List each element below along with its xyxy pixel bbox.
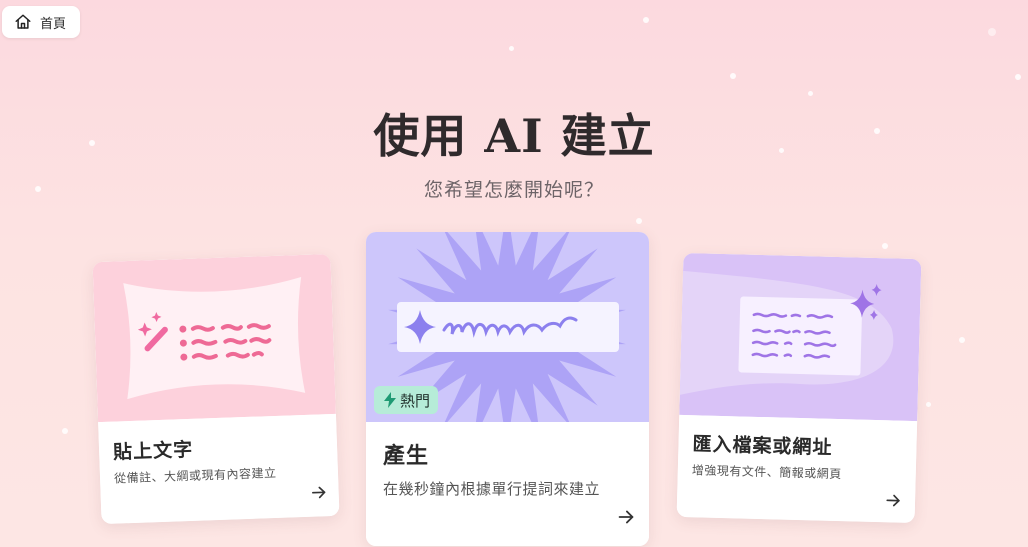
home-icon bbox=[14, 13, 32, 31]
background-sparkle bbox=[643, 17, 649, 23]
arrow-right-icon bbox=[312, 486, 326, 499]
background-sparkle bbox=[509, 46, 514, 51]
background-sparkle bbox=[730, 73, 736, 79]
background-sparkle bbox=[62, 428, 68, 434]
background-sparkle bbox=[636, 218, 642, 224]
generate-card[interactable]: 熱門 產生 在幾秒鐘內根據單行提詞來建立 bbox=[366, 232, 649, 546]
lightning-icon bbox=[384, 392, 396, 408]
arrow-right-icon bbox=[886, 494, 900, 507]
background-sparkle bbox=[1015, 74, 1021, 80]
card-title: 匯入檔案或網址 bbox=[692, 433, 833, 459]
home-label: 首頁 bbox=[40, 16, 67, 32]
import-card-body: 匯入檔案或網址 增強現有文件、簡報或網頁 bbox=[676, 414, 918, 524]
arrow-right-icon bbox=[618, 510, 634, 524]
background-sparkle bbox=[959, 337, 965, 343]
background-sparkle bbox=[988, 28, 996, 36]
page-title: 使用 AI 建立 bbox=[373, 109, 655, 163]
card-title: 貼上文字 bbox=[112, 438, 194, 464]
card-description: 在幾秒鐘內根據單行提詞來建立 bbox=[383, 480, 601, 498]
paste-text-card[interactable]: 貼上文字 從備註、大綱或現有內容建立 bbox=[92, 253, 340, 525]
paste-text-illustration bbox=[92, 253, 336, 423]
badge-label: 熱門 bbox=[400, 391, 431, 410]
card-title: 產生 bbox=[383, 444, 430, 469]
background-sparkle bbox=[926, 402, 931, 407]
page-subtitle: 您希望怎麼開始呢？ bbox=[423, 179, 604, 201]
paste-text-card-body: 貼上文字 從備註、大綱或現有內容建立 bbox=[98, 413, 340, 525]
home-button[interactable]: 首頁 bbox=[2, 6, 80, 38]
card-description: 從備註、大綱或現有內容建立 bbox=[113, 465, 277, 486]
generate-card-body: 產生 在幾秒鐘內根據單行提詞來建立 bbox=[366, 422, 649, 546]
background-sparkle bbox=[882, 243, 888, 249]
popular-badge: 熱門 bbox=[374, 386, 439, 414]
import-card[interactable]: 匯入檔案或網址 增強現有文件、簡報或網頁 bbox=[676, 252, 922, 524]
card-description: 增強現有文件、簡報或網頁 bbox=[691, 463, 842, 482]
background-sparkle bbox=[808, 91, 813, 96]
import-illustration bbox=[679, 252, 922, 422]
